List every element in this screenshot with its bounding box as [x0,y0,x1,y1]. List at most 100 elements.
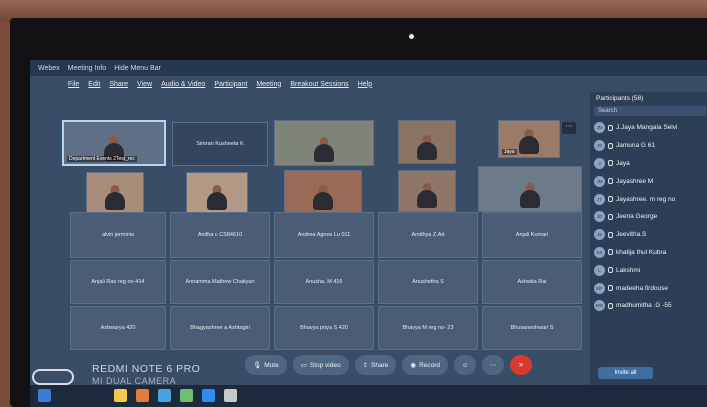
participant-item[interactable]: MG madhumitha .G -55 [594,297,707,315]
menu-help[interactable]: Help [358,81,372,88]
avatar: JT [594,193,605,205]
more-icon: ⋯ [489,362,497,369]
participant-item[interactable]: JS Jeevitha.S [594,226,707,244]
name-tile[interactable]: Ashwita Rai [482,260,582,304]
webex-icon[interactable] [202,389,215,402]
leave-meeting-button[interactable]: ✕ [510,355,533,375]
app-icon[interactable] [224,389,237,402]
video-tile[interactable] [478,166,582,212]
mic-icon [608,213,613,220]
invite-all-button[interactable]: Invite all [598,367,653,379]
mic-icon [608,285,613,292]
participant-name: Jamuna G 61 [616,142,656,150]
record-button[interactable]: ◉ Record [402,355,449,375]
participant-name: Jayashree. m reg no [616,195,676,203]
tile-name: Andrea Agnes Lu 011 [297,232,351,238]
menu-file[interactable]: File [68,81,79,88]
share-label: Share [371,361,389,369]
mute-button[interactable]: 🎙 Mute [245,355,287,375]
file-explorer-icon[interactable] [114,389,127,402]
tile-name: alvin jerminia [101,232,135,238]
chrome-icon[interactable] [180,389,193,402]
title-webex[interactable]: Webex [38,65,60,72]
name-tile[interactable]: Anushetha S [378,260,478,304]
menu-participant[interactable]: Participant [214,81,247,88]
participant-item[interactable]: J Jaya [594,155,707,173]
name-tile[interactable]: Bhavya M reg no- 23 [378,306,478,350]
name-tile[interactable]: Anjali Rao reg no-414 [70,260,166,304]
participant-item[interactable]: JG Jamuna G 61 [594,137,707,155]
participant-body [417,142,437,160]
name-tile[interactable]: Anitha c CS84610 [170,212,270,258]
name-tile[interactable]: Anjali Kumari [482,212,582,258]
reactions-button[interactable]: ☺ [454,355,477,375]
participant-list: JM J.Jaya Mangala Selvi JG Jamuna G 61 J Ja… [594,119,707,315]
mic-icon [608,249,613,256]
record-label: Record [419,361,441,369]
name-tile[interactable]: Ashwarya 420 [70,306,166,350]
title-hide-menu[interactable]: Hide Menu Bar [114,65,161,72]
participant-search-input[interactable]: Search [594,106,706,116]
video-tile[interactable]: Jaya [498,120,560,158]
video-tile[interactable] [274,120,374,166]
participant-item[interactable]: JG Jeena George [594,208,707,226]
browser-icon[interactable] [158,389,171,402]
participant-name: Jeena George [616,213,658,221]
name-tile[interactable]: Anusha. M 416 [274,260,374,304]
participant-name: madhumitha .G -55 [616,302,672,310]
participant-item[interactable]: JM J.Jaya Mangala Selvi [594,119,707,137]
video-tile[interactable] [86,172,144,214]
participant-name: madeeha firdouse [616,284,669,292]
stop-video-button[interactable]: ▭ Stop video [292,355,349,375]
video-tile[interactable] [284,170,362,214]
menu-meeting[interactable]: Meeting [256,81,281,88]
menu-view[interactable]: View [137,81,152,88]
tile-name: Amithya Z.Ad [411,232,445,238]
avatar: JG [594,140,605,152]
participant-item[interactable]: JT Jayashree. m reg no [594,190,707,208]
video-tile[interactable] [186,172,248,214]
avatar: JM [594,175,605,187]
video-grid: Department Events 2Test_rec Simran Kushe… [62,120,592,350]
name-tile[interactable]: Bhagyashree a Ashtagiri [170,306,270,350]
start-icon[interactable] [38,389,51,402]
menu-edit[interactable]: Edit [88,81,100,88]
name-tile[interactable]: Andrea Agnes Lu 011 [274,212,374,258]
tile-name: Bhavya M reg no- 23 [402,325,454,331]
windows-taskbar [30,385,707,407]
name-tile[interactable]: Bhavya priya S 420 [274,306,374,350]
more-button[interactable]: ⋯ [482,355,505,375]
mic-icon [608,178,613,185]
name-tile[interactable]: Annamma Mathew Chakyan [170,260,270,304]
title-meeting-info[interactable]: Meeting Info [68,65,107,72]
smile-icon: ☺ [461,361,469,369]
participant-item[interactable]: JM Jayashree M [594,172,707,190]
participant-item[interactable]: L Lakshmi [594,261,707,279]
mic-icon [608,142,613,149]
menu-breakout[interactable]: Breakout Sessions [290,81,348,88]
share-button[interactable]: ⇪ Share [354,355,397,375]
avatar: MG [594,300,605,312]
video-tile[interactable] [398,170,456,212]
webcam-indicator [409,34,414,39]
video-tile-label: Simran Kusheeta K [196,141,244,147]
menu-audio-video[interactable]: Audio & Video [161,81,205,88]
avatar: JS [594,229,605,241]
video-tile[interactable]: Simran Kusheeta K [172,122,268,166]
name-tile[interactable]: Bhuvaneshwari S [482,306,582,350]
tile-name: Anjali Rao reg no-414 [91,279,145,285]
participant-item[interactable]: MF madeeha firdouse [594,279,707,297]
more-options-icon[interactable]: ··· [562,122,576,134]
share-icon: ⇪ [362,362,369,369]
name-tile[interactable]: alvin jerminia [70,212,166,258]
microphone-icon: 🎙 [253,362,262,369]
participant-item[interactable]: KK khatija thul Kubra [594,244,707,262]
tile-name: Anushetha S [412,279,444,285]
participant-name: Lakshmi [616,266,641,274]
avatar: JM [594,122,605,134]
name-tile[interactable]: Amithya Z.Ad [378,212,478,258]
video-tile[interactable] [398,120,456,164]
menu-share[interactable]: Share [109,81,128,88]
app-icon[interactable] [136,389,149,402]
video-tile[interactable]: Department Events 2Test_rec [62,120,166,166]
